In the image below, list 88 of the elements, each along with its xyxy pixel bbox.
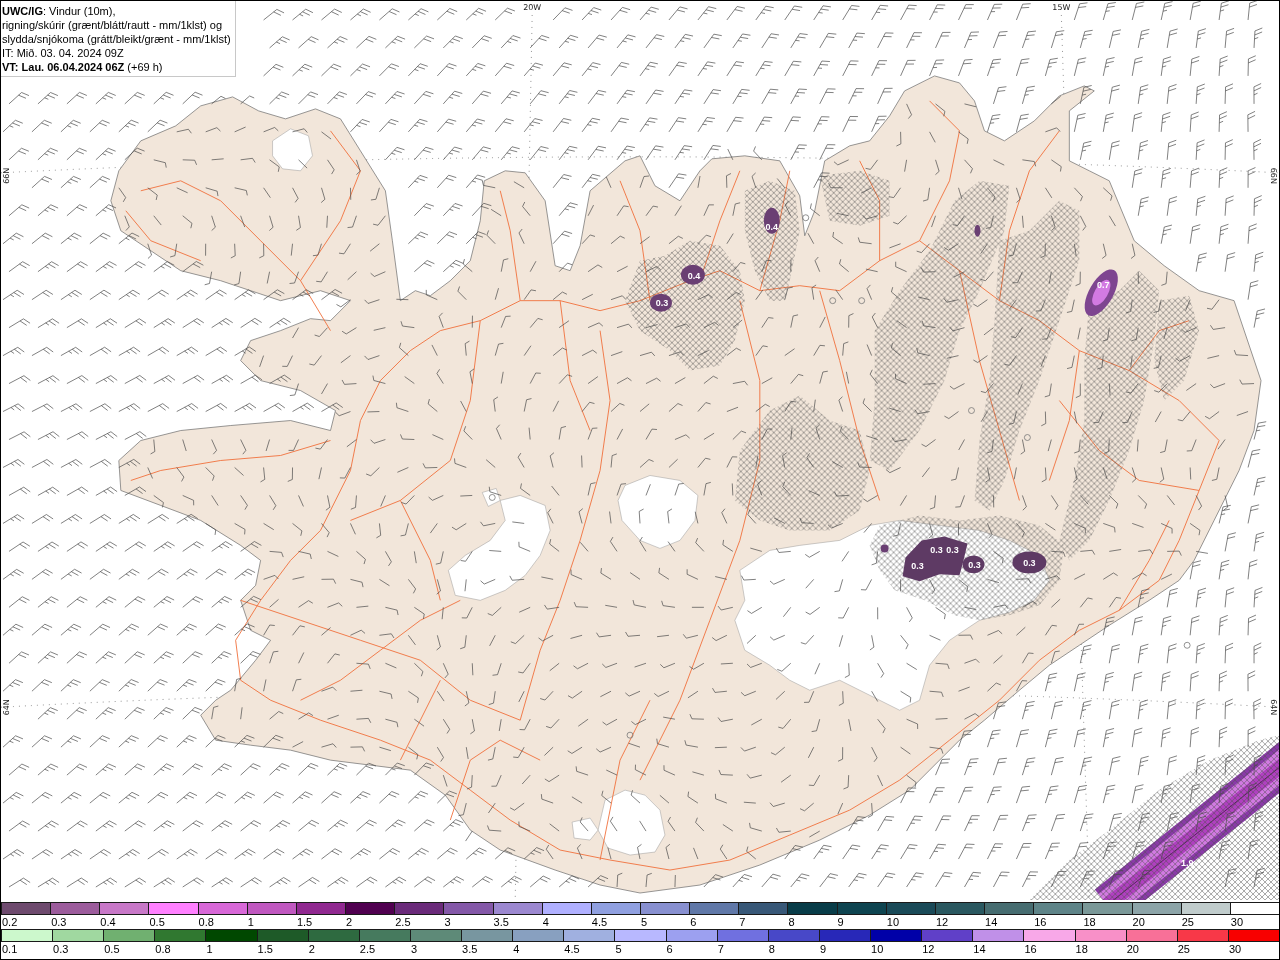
circle-marker-icon <box>626 731 634 739</box>
longitude-label: 20W <box>523 3 542 12</box>
scale-value: 3 <box>409 942 418 956</box>
precipitation-value: 0.4 <box>765 221 779 232</box>
scale-value: 9 <box>836 915 844 929</box>
map-title-line: rigning/skúrir (grænt/blátt/rautt - mm/1klst) og <box>2 18 223 32</box>
latitude-label: 64N <box>2 699 11 716</box>
scale-value: 0.5 <box>148 915 165 929</box>
scale-value: 8 <box>767 942 775 956</box>
scale-value: 5 <box>640 915 648 929</box>
scale-value: 1 <box>246 915 254 929</box>
scale-value: 14 <box>972 942 986 956</box>
precipitation-value: 0.3 <box>930 545 943 556</box>
scale-value: 16 <box>1033 915 1047 929</box>
map-title-line: UWC/IG: Vindur (10m), <box>2 4 116 18</box>
precipitation-value: 0.4 <box>687 270 701 281</box>
scale-value: 12 <box>934 915 949 929</box>
scale-value: 3 <box>443 915 451 929</box>
scale-value: 9 <box>818 942 827 956</box>
scale-value: 30 <box>1229 915 1244 929</box>
scale-value: 1 <box>205 942 213 956</box>
scale-value: 0.2 <box>1 915 18 929</box>
scale-value: 4 <box>512 942 520 956</box>
scale-value: 10 <box>885 915 899 929</box>
scale-value: 4.5 <box>563 942 580 956</box>
precipitation-value: 0.3 <box>946 545 959 556</box>
precipitation-area <box>763 207 780 234</box>
scale-value: 6 <box>689 915 697 929</box>
valid-time: VT: Lau. 06.04.2024 06Z (+69 h) <box>2 60 163 74</box>
scale-value: 1.5 <box>256 942 273 956</box>
circle-marker-icon <box>829 297 837 305</box>
scale-value: 2.5 <box>358 942 376 956</box>
scale-value: 0.3 <box>50 915 67 929</box>
scale-value: 0.8 <box>197 915 214 929</box>
scale-value: 0.1 <box>1 942 18 956</box>
precipitation-area <box>1084 269 1118 316</box>
circle-marker-icon <box>968 407 975 414</box>
precipitation-value: 0.3 <box>968 560 981 571</box>
scale-value: 7 <box>716 942 724 956</box>
glacier-area <box>272 128 313 172</box>
longitude-label: 15W <box>1052 3 1071 12</box>
scale-value: 2 <box>307 942 315 956</box>
circle-marker-icon <box>488 494 496 501</box>
precipitation-value: 0.3 <box>911 561 924 572</box>
scale-value: 18 <box>1074 942 1088 956</box>
precipitation-value: 1.9 <box>1180 858 1194 869</box>
scale-value: 0.4 <box>99 915 116 929</box>
scale-value: 0.3 <box>52 942 69 956</box>
scale-value: 2.5 <box>394 915 411 929</box>
precipitation-value: 0.3 <box>655 297 669 308</box>
precipitation-area <box>680 264 705 285</box>
circle-marker-icon <box>1024 434 1031 441</box>
scale-value: 5 <box>614 942 622 956</box>
precipitation-area <box>1012 551 1047 574</box>
scale-value: 30 <box>1227 942 1242 956</box>
circle-marker-icon <box>802 214 810 222</box>
scale-value: 6 <box>665 942 673 956</box>
scale-value: 25 <box>1180 915 1194 929</box>
scale-value: 20 <box>1125 942 1139 956</box>
latitude-label: 66N <box>1269 167 1278 184</box>
scale-value: 3.5 <box>492 915 509 929</box>
precipitation-value: 0.3 <box>1023 558 1036 569</box>
scale-value: 10 <box>870 942 884 956</box>
scale-value: 16 <box>1023 942 1037 956</box>
precipitation-area <box>650 293 672 312</box>
scale-value: 2 <box>345 915 353 929</box>
scale-value: 4 <box>541 915 549 929</box>
scale-value: 4.5 <box>590 915 608 929</box>
scale-value: 12 <box>921 942 935 956</box>
scale-value: 0.5 <box>103 942 120 956</box>
map-title-line: slydda/snjókoma (grátt/bleikt/grænt - mm/1klst) <box>2 32 231 46</box>
precipitation-area <box>974 224 981 237</box>
scale-value: 14 <box>984 915 998 929</box>
latitude-label: 66N <box>2 167 11 184</box>
scale-value: 20 <box>1131 915 1145 929</box>
scale-value: 3.5 <box>461 942 478 956</box>
latitude-label: 64N <box>1269 699 1278 716</box>
precipitation-value: 0.7 <box>1097 279 1110 290</box>
scale-value: 7 <box>738 915 746 929</box>
circle-marker-icon <box>858 297 866 305</box>
scale-value: 8 <box>787 915 795 929</box>
precipitation-area <box>880 544 889 553</box>
circle-marker-icon <box>1183 641 1191 649</box>
scale-value: 18 <box>1082 915 1096 929</box>
initial-time: IT: Mið. 03. 04. 2024 09Z <box>2 46 124 60</box>
scale-value: 25 <box>1176 942 1190 956</box>
scale-value: 1.5 <box>295 915 313 929</box>
scale-value: 0.8 <box>154 942 171 956</box>
